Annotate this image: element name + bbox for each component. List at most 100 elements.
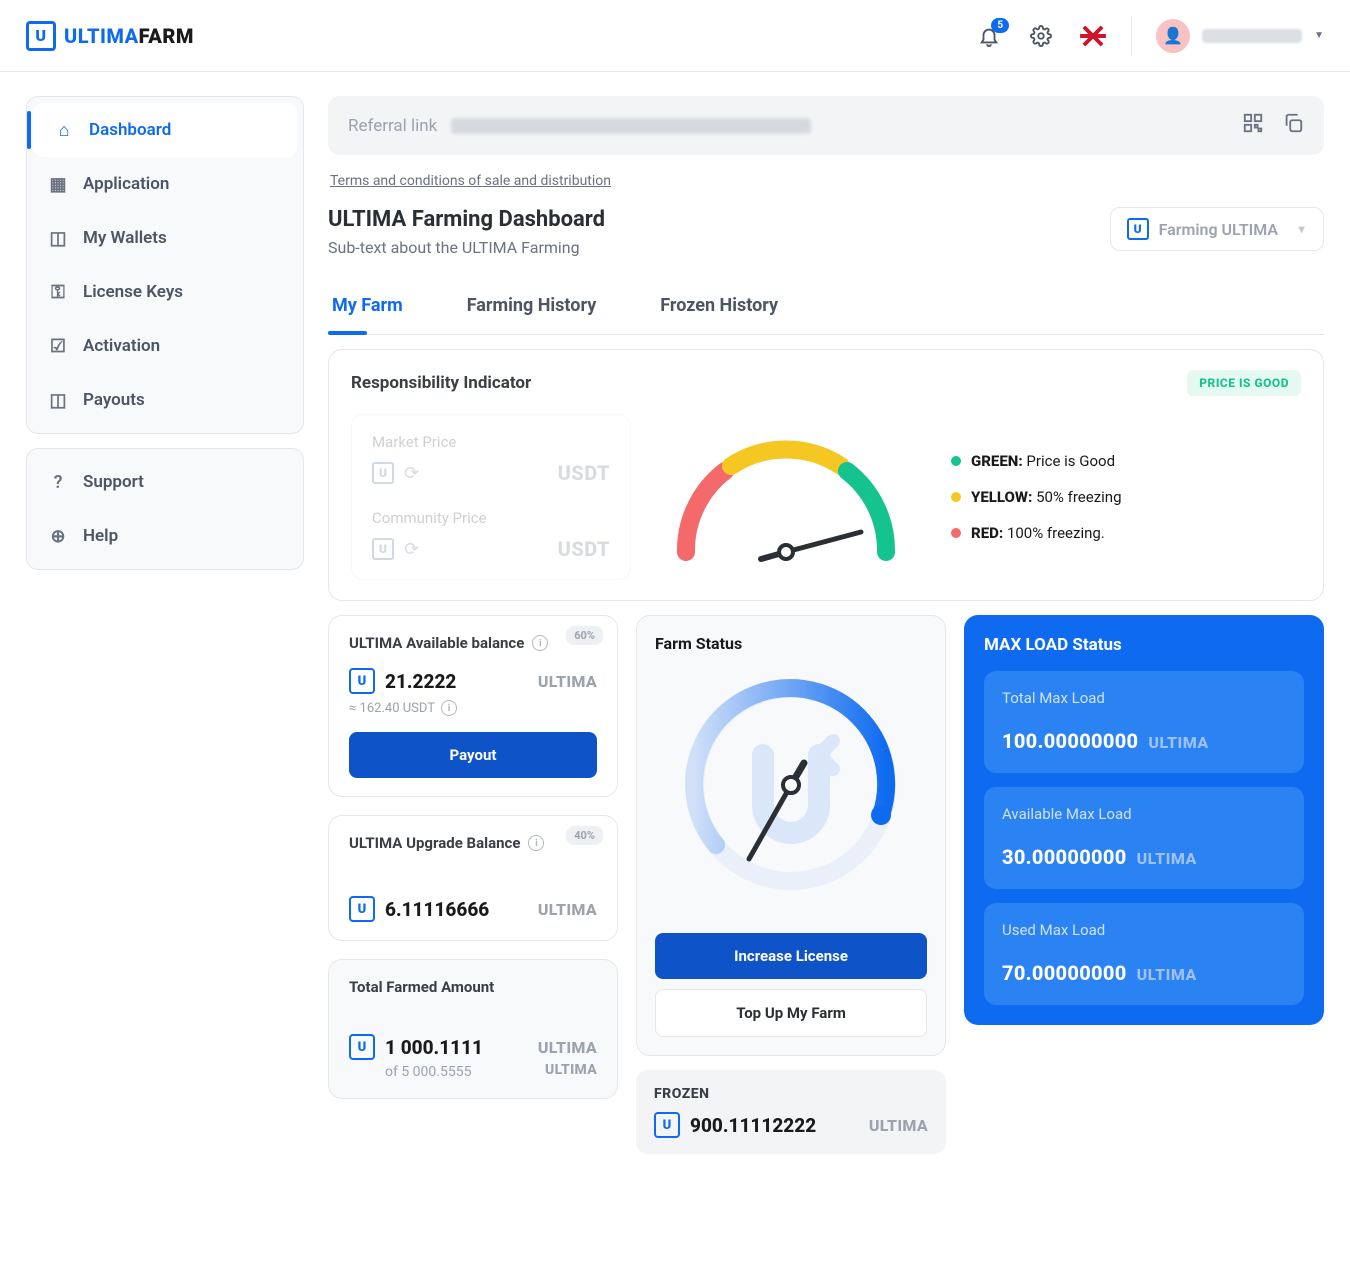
card-title: Total Farmed Amount [349, 978, 597, 996]
card-title: ULTIMA Upgrade Balancei [349, 834, 597, 852]
home-icon: ⌂ [53, 119, 75, 141]
frozen-unit: ULTIMA [869, 1116, 928, 1135]
price-unit: USDT [558, 537, 610, 561]
chevron-down-icon: ▼ [1296, 223, 1307, 236]
total-farmed-card: Total Farmed Amount U1 000.1111 ULTIMA o… [328, 959, 618, 1099]
maxload-block-used: Used Max Load 70.00000000ULTIMA [984, 903, 1304, 1005]
amount-value: 6.11116666 [385, 898, 489, 921]
amount-unit: ULTIMA [538, 900, 597, 919]
block-unit: ULTIMA [1137, 965, 1197, 984]
sidebar: ⌂ Dashboard ▦ Application ◫ My Wallets ⚿… [26, 96, 304, 570]
key-icon: ⚿ [47, 281, 69, 303]
sidebar-item-label: License Keys [83, 282, 183, 302]
token-select-label: Farming ULTIMA [1159, 220, 1279, 239]
sidebar-item-support[interactable]: ? Support [27, 455, 303, 509]
qr-icon [1242, 112, 1264, 134]
refresh-icon[interactable]: ⟳ [404, 463, 419, 484]
sidebar-item-label: My Wallets [83, 228, 167, 248]
community-price-label: Community Price [372, 509, 610, 527]
responsibility-title: Responsibility Indicator [351, 373, 531, 393]
avatar: 👤 [1156, 19, 1190, 53]
settings-button[interactable] [1027, 22, 1055, 50]
check-icon: ☑ [47, 335, 69, 357]
card-title: Farm Status [655, 634, 927, 653]
block-unit: ULTIMA [1137, 849, 1197, 868]
sidebar-item-activation[interactable]: ☑ Activation [27, 319, 303, 373]
wallet-icon: ◫ [47, 227, 69, 249]
user-menu[interactable]: 👤 ▼ [1156, 19, 1324, 53]
logo-u-icon: U [26, 21, 56, 51]
token-select[interactable]: U Farming ULTIMA ▼ [1110, 207, 1324, 251]
brand-logo[interactable]: U ULTIMAFARM [26, 21, 194, 51]
sidebar-item-label: Help [83, 526, 118, 546]
responsibility-gauge [661, 422, 911, 572]
sidebar-item-wallets[interactable]: ◫ My Wallets [27, 211, 303, 265]
sidebar-item-help[interactable]: ⊕ Help [27, 509, 303, 563]
card-title: ULTIMA Available balancei [349, 634, 597, 652]
amount-value: 1 000.1111 [385, 1036, 483, 1059]
divider [1131, 16, 1132, 56]
price-unit: USDT [558, 461, 610, 485]
sidebar-item-label: Payouts [83, 390, 145, 410]
chevron-down-icon: ▼ [1314, 30, 1324, 41]
farm-status-dial [671, 665, 911, 905]
responsibility-panel: Responsibility Indicator PRICE IS GOOD M… [328, 349, 1324, 601]
info-icon[interactable]: i [532, 635, 548, 651]
block-value: 100.00000000 [1002, 729, 1138, 753]
sidebar-item-dashboard[interactable]: ⌂ Dashboard [33, 103, 297, 157]
increase-license-button[interactable]: Increase License [655, 933, 927, 979]
refresh-icon[interactable]: ⟳ [404, 539, 419, 560]
globe-icon: ⊕ [47, 525, 69, 547]
total-of-unit: ULTIMA [545, 1062, 597, 1078]
page-title: ULTIMA Farming Dashboard [328, 207, 605, 232]
tab-frozen-history[interactable]: Frozen History [656, 279, 782, 334]
tab-my-farm[interactable]: My Farm [328, 279, 407, 334]
maxload-block-available: Available Max Load 30.00000000ULTIMA [984, 787, 1304, 889]
page-subtitle: Sub-text about the ULTIMA Farming [328, 238, 605, 257]
notifications-button[interactable]: 5 [975, 22, 1003, 50]
grid-icon: ▦ [47, 173, 69, 195]
frozen-amount: 900.11112222 [690, 1114, 816, 1137]
block-unit: ULTIMA [1148, 733, 1208, 752]
topup-farm-button[interactable]: Top Up My Farm [655, 989, 927, 1037]
price-status-badge: PRICE IS GOOD [1187, 370, 1301, 396]
u-token-icon: U [1127, 218, 1149, 240]
sidebar-item-application[interactable]: ▦ Application [27, 157, 303, 211]
card-icon: ◫ [47, 389, 69, 411]
notification-badge: 5 [991, 18, 1009, 33]
logo-sub: FARM [139, 24, 194, 48]
frozen-card: FROZEN U900.11112222 ULTIMA [636, 1070, 946, 1154]
copy-button[interactable] [1282, 112, 1304, 139]
market-price-label: Market Price [372, 433, 610, 451]
block-value: 30.00000000 [1002, 845, 1127, 869]
qr-button[interactable] [1242, 112, 1264, 139]
u-token-icon: U [654, 1112, 680, 1138]
sidebar-item-label: Support [83, 472, 144, 492]
farm-status-card: Farm Status [636, 615, 946, 1056]
gauge-needle [761, 532, 861, 559]
approx-value: ≈ 162.40 USDTi [349, 700, 597, 716]
sidebar-item-payouts[interactable]: ◫ Payouts [27, 373, 303, 427]
payout-button[interactable]: Payout [349, 732, 597, 778]
logo-main: ULTIMA [64, 24, 139, 48]
info-icon[interactable]: i [528, 835, 544, 851]
total-of-value: of 5 000.5555 [385, 1064, 471, 1080]
amount-unit: ULTIMA [538, 1038, 597, 1057]
terms-link[interactable]: Terms and conditions of sale and distrib… [328, 169, 1324, 193]
price-column: Market Price U ⟳ USDT Community Price [351, 414, 631, 580]
sidebar-item-license[interactable]: ⚿ License Keys [27, 265, 303, 319]
u-token-icon: U [372, 538, 394, 560]
username-blurred [1202, 29, 1302, 43]
tab-farming-history[interactable]: Farming History [463, 279, 601, 334]
info-icon[interactable]: i [441, 700, 457, 716]
referral-bar: Referral link [328, 96, 1324, 155]
gear-icon [1030, 25, 1052, 47]
language-button[interactable] [1079, 22, 1107, 50]
uk-flag-icon [1080, 23, 1106, 49]
topbar: U ULTIMAFARM 5 👤 ▼ [0, 0, 1350, 72]
pct-badge: 60% [566, 626, 603, 645]
u-token-icon: U [372, 462, 394, 484]
sidebar-group-help: ? Support ⊕ Help [26, 448, 304, 570]
maxload-title: MAX LOAD Status [984, 635, 1304, 655]
maxload-card: MAX LOAD Status Total Max Load 100.00000… [964, 615, 1324, 1025]
